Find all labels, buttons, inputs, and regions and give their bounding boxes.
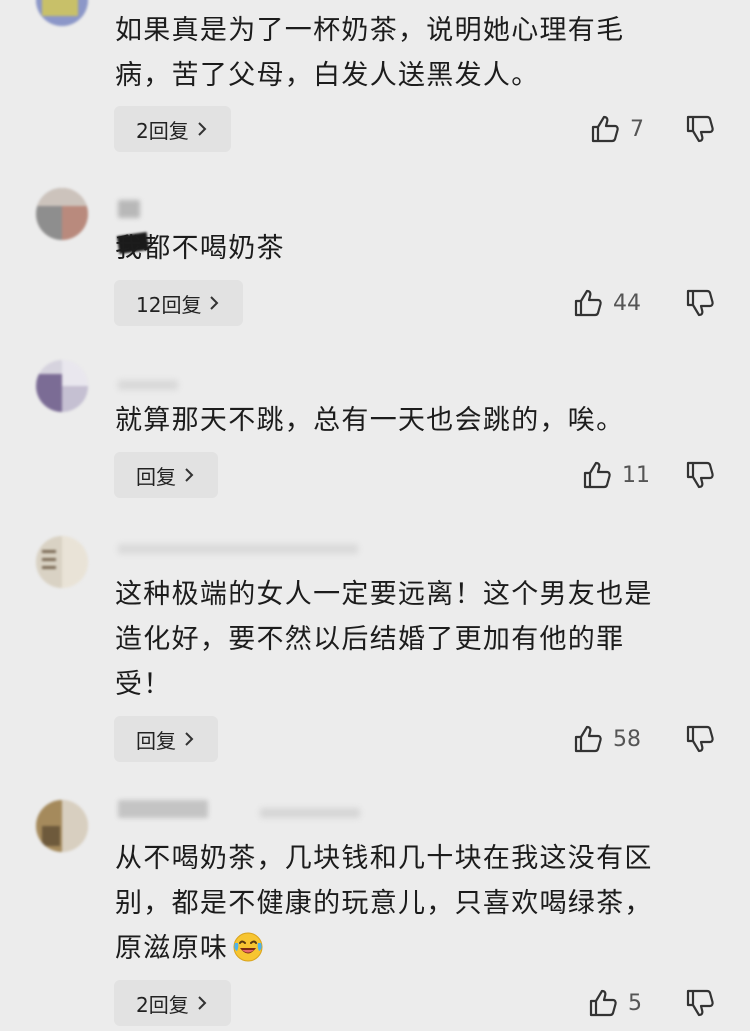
username[interactable] — [118, 380, 178, 390]
thumbs-up-icon — [574, 725, 602, 753]
reply-button[interactable]: 回复 — [114, 716, 218, 762]
chevron-right-icon — [198, 996, 207, 1010]
thumbs-up-icon — [589, 989, 617, 1017]
comment-text: 就算那天不跳，总有一天也会跳的，唉。 — [115, 398, 715, 443]
username[interactable] — [118, 544, 358, 554]
comment-line: 别，都是不健康的玩意儿，只喜欢喝绿茶， — [115, 888, 653, 919]
like-count: 44 — [613, 290, 641, 316]
thumbs-down-icon[interactable] — [685, 288, 715, 318]
like-button[interactable]: 7 — [590, 114, 644, 144]
comment-line: 病，苦了父母，白发人送黑发人。 — [115, 60, 540, 91]
like-button[interactable]: 44 — [573, 288, 641, 318]
like-count: 58 — [613, 726, 641, 752]
thumbs-up-icon — [574, 289, 602, 317]
thumbs-down-icon[interactable] — [685, 724, 715, 754]
comment-line: 如果真是为了一杯奶茶，说明她心理有毛 — [115, 15, 625, 46]
reply-label: 回复 — [136, 728, 176, 753]
avatar[interactable] — [36, 360, 88, 412]
chevron-right-icon — [185, 732, 194, 746]
chevron-right-icon — [198, 122, 207, 136]
like-count: 7 — [630, 116, 644, 142]
like-button[interactable]: 5 — [588, 988, 642, 1018]
thumbs-up-icon — [591, 115, 619, 143]
thumbs-up-icon — [583, 461, 611, 489]
comment-text: 这种极端的女人一定要远离！这个男友也是 造化好，要不然以后结婚了更加有他的罪 受… — [115, 572, 715, 707]
comment-line: 受！ — [115, 669, 172, 700]
comment-line: 从不喝奶茶，几块钱和几十块在我这没有区 — [115, 843, 653, 874]
reply-button[interactable]: 2回复 — [114, 980, 231, 1026]
reply-label: 2回复 — [136, 118, 189, 143]
reply-button[interactable]: 12回复 — [114, 280, 244, 326]
comment-line: 我都不喝奶茶 — [115, 233, 285, 264]
thumbs-down-icon[interactable] — [685, 988, 715, 1018]
comment-line: 就算那天不跳，总有一天也会跳的，唉。 — [115, 405, 625, 436]
like-button[interactable]: 11 — [582, 460, 650, 490]
comment-line: 这种极端的女人一定要远离！这个男友也是 — [115, 579, 653, 610]
avatar[interactable] — [36, 536, 88, 588]
reply-button[interactable]: 2回复 — [114, 106, 231, 152]
avatar[interactable] — [36, 188, 88, 240]
comment-text: 我都不喝奶茶 — [115, 226, 715, 271]
comment-text: 如果真是为了一杯奶茶，说明她心理有毛 病，苦了父母，白发人送黑发人。 — [115, 8, 715, 98]
like-button[interactable]: 58 — [573, 724, 641, 754]
chevron-right-icon — [210, 296, 219, 310]
username[interactable] — [118, 200, 140, 218]
like-count: 11 — [622, 462, 650, 488]
reply-label: 12回复 — [136, 292, 202, 317]
comment-line: 造化好，要不然以后结婚了更加有他的罪 — [115, 624, 625, 655]
comment-text: 从不喝奶茶，几块钱和几十块在我这没有区 别，都是不健康的玩意儿，只喜欢喝绿茶， … — [115, 836, 715, 971]
avatar[interactable] — [36, 0, 88, 26]
comment-meta — [260, 808, 360, 818]
like-count: 5 — [628, 990, 642, 1016]
reply-label: 2回复 — [136, 992, 189, 1017]
thumbs-down-icon[interactable] — [685, 114, 715, 144]
avatar[interactable] — [36, 800, 88, 852]
thumbs-down-icon[interactable] — [685, 460, 715, 490]
chevron-right-icon — [185, 468, 194, 482]
reply-button[interactable]: 回复 — [114, 452, 218, 498]
username[interactable] — [118, 800, 208, 818]
reply-label: 回复 — [136, 464, 176, 489]
laughing-crying-emoji-icon — [233, 932, 263, 962]
comment-line: 原滋原味 — [115, 933, 229, 964]
